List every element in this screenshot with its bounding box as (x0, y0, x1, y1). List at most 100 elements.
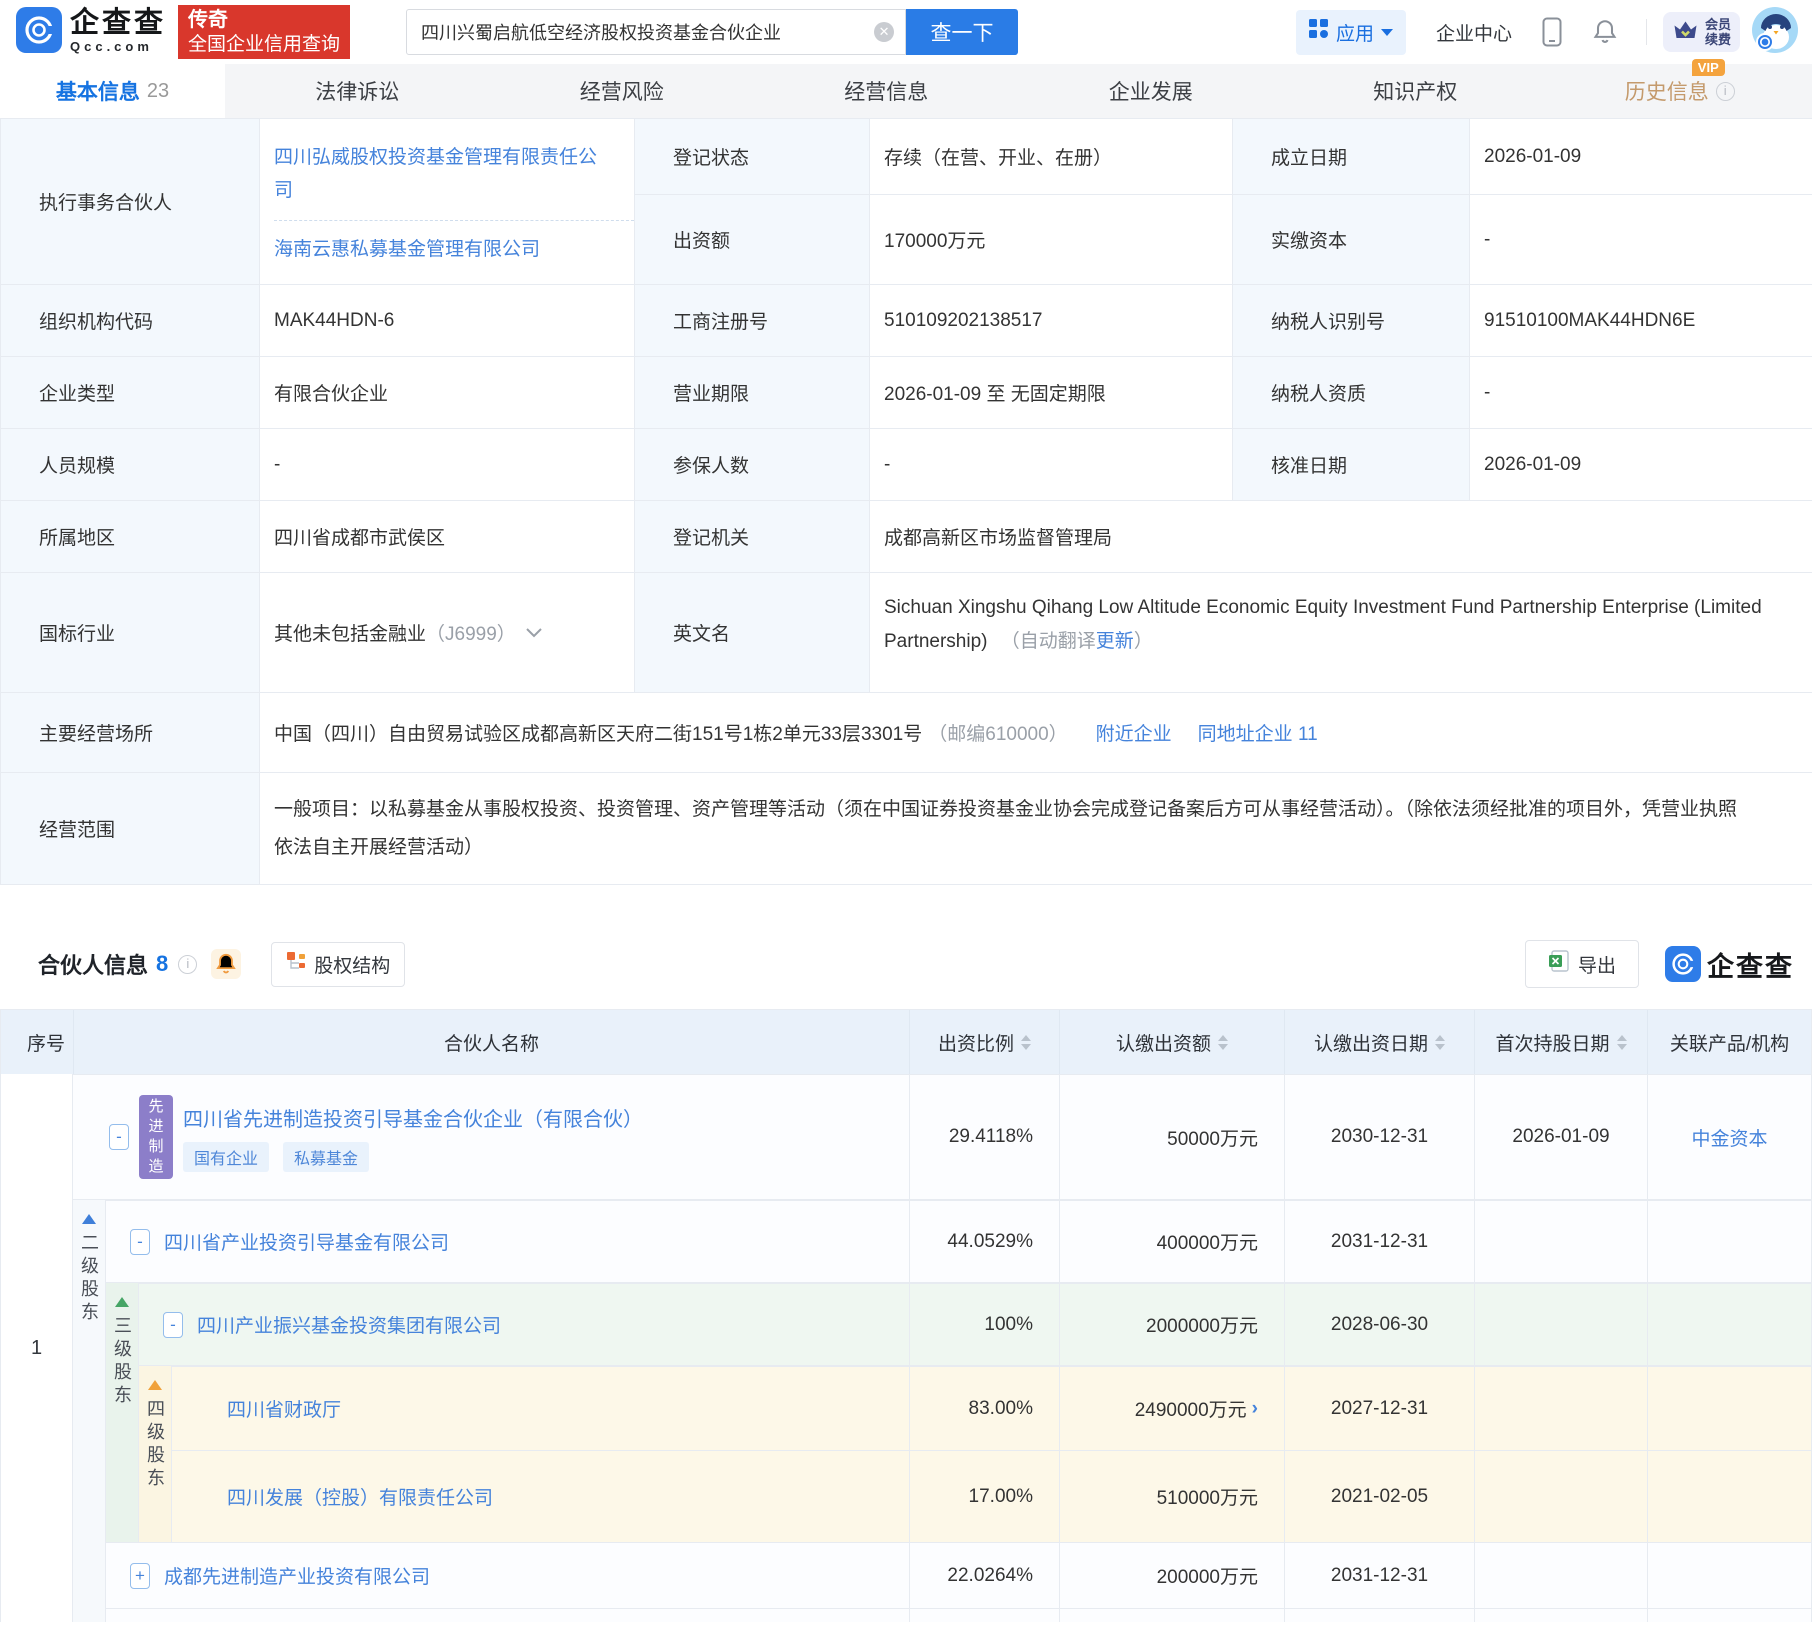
related-product-cell (1647, 1201, 1811, 1282)
partner-name-link[interactable]: 四川省先进制造投资引导基金合伙企业（有限合伙） (183, 1109, 643, 1131)
col-amount[interactable]: 认缴出资额 (1059, 1010, 1284, 1074)
enterprise-center-link[interactable]: 企业中心 (1436, 19, 1512, 46)
region-value: 四川省成都市武侯区 (260, 501, 635, 573)
info-icon[interactable]: i (178, 954, 198, 974)
level4-label: 四级股东 (145, 1399, 165, 1491)
level3-label: 三级股东 (112, 1316, 132, 1408)
update-translation-link[interactable]: 更新 (1096, 631, 1134, 652)
sort-icon[interactable] (1616, 1034, 1627, 1050)
related-product-cell (1647, 1367, 1811, 1450)
ratio-value: 44.0529% (909, 1201, 1059, 1282)
sort-icon[interactable] (1021, 1034, 1031, 1050)
address-text: 中国（四川）自由贸易试验区成都高新区天府二街151号1栋2单元33层3301号 (274, 724, 923, 745)
tab-legal[interactable]: 法律诉讼 (225, 64, 490, 118)
tab-development[interactable]: 企业发展 (1019, 64, 1284, 118)
level4-strip: 四级股东 (139, 1366, 172, 1542)
qcc-logo[interactable]: 企查查 Qcc.com (16, 6, 166, 58)
same-address-companies-link[interactable]: 同地址企业 11 (1198, 719, 1318, 746)
reg-no-label: 工商注册号 (635, 285, 870, 357)
expand-toggle[interactable]: + (130, 1562, 150, 1589)
first-holding-date-value (1474, 1367, 1647, 1450)
chevron-down-icon[interactable] (526, 622, 542, 644)
tab-risk[interactable]: 经营风险 (490, 64, 755, 118)
partner-name-link[interactable]: 四川省财政厅 (227, 1395, 341, 1422)
mobile-app-icon[interactable] (1542, 17, 1562, 47)
tab-operation[interactable]: 经营信息 (754, 64, 1019, 118)
partner-name-link[interactable]: 四川省产业投资引导基金有限公司 (164, 1228, 449, 1255)
amount-value: 2000000万元 (1059, 1284, 1284, 1365)
search-input[interactable] (406, 9, 907, 55)
collapse-toggle[interactable]: - (130, 1228, 150, 1255)
tag-state-owned[interactable]: 国有企业 (183, 1141, 270, 1172)
chevron-right-icon[interactable]: › (1252, 1398, 1258, 1420)
related-product-cell (1647, 1284, 1811, 1365)
divider (274, 219, 634, 221)
col-subscription-date[interactable]: 认缴出资日期 (1284, 1010, 1474, 1074)
level2-strip: 二级股东 (73, 1200, 106, 1622)
equity-structure-button[interactable]: 股权结构 (271, 941, 406, 987)
tab-bar: 基本信息 23 法律诉讼 经营风险 经营信息 企业发展 知识产权 VIP 历史信… (0, 59, 1812, 118)
apps-menu[interactable]: 应用 (1295, 9, 1406, 55)
partner-name-link[interactable]: 四川发展（控股）有限责任公司 (227, 1483, 493, 1510)
partner-name-link[interactable]: 成都先进制造产业投资有限公司 (164, 1562, 430, 1589)
col-related-products: 关联产品/机构 (1647, 1010, 1811, 1074)
partner-row-1: - 先进制造 四川省先进制造投资引导基金合伙企业（有限合伙） 国有企业 私募基金… (73, 1074, 1811, 1199)
ratio-value: 22.0264% (909, 1543, 1059, 1608)
notification-bell-icon[interactable] (1592, 18, 1618, 46)
org-code-label: 组织机构代码 (1, 285, 260, 357)
tab-legal-label: 法律诉讼 (315, 81, 400, 104)
user-avatar[interactable] (1752, 6, 1798, 58)
exec-partner-link-2[interactable]: 海南云惠私募基金管理有限公司 (274, 234, 540, 261)
subscription-date-value: 2027-12-31 (1284, 1367, 1474, 1450)
export-button[interactable]: 导出 (1524, 940, 1639, 988)
col-first-holding-date[interactable]: 首次持股日期 (1474, 1010, 1647, 1074)
tab-history[interactable]: VIP 历史信息 i (1548, 59, 1812, 118)
industry-code: （J6999） (426, 624, 516, 645)
industry-value: 其他未包括金融业 （J6999） (260, 573, 635, 693)
related-product-text[interactable]: 中金资本 (1691, 1124, 1767, 1151)
search-button[interactable]: 查一下 (906, 9, 1019, 55)
collapse-toggle[interactable]: - (163, 1311, 183, 1338)
partners-title: 合伙人信息 (38, 953, 149, 978)
info-icon[interactable]: i (1715, 81, 1735, 101)
first-holding-date-value: 2026-01-09 (1474, 1075, 1647, 1199)
tag-private-fund[interactable]: 私募基金 (283, 1141, 370, 1172)
paid-capital-label: 实缴资本 (1233, 195, 1470, 285)
tab-basic-info[interactable]: 基本信息 23 (0, 64, 225, 118)
nearby-companies-link[interactable]: 附近企业 (1096, 719, 1172, 746)
amount-value: 200000万元 (1059, 1543, 1284, 1608)
capital-label: 出资额 (635, 195, 870, 285)
tab-ip-label: 知识产权 (1373, 81, 1458, 104)
exec-partner-link-1[interactable]: 四川弘威股权投资基金管理有限责任公司 (274, 142, 604, 207)
industry-text: 其他未包括金融业 (274, 624, 427, 645)
ratio-value: 83.00% (909, 1367, 1059, 1450)
clear-search-icon[interactable]: ✕ (874, 22, 895, 42)
address-label: 主要经营场所 (1, 693, 260, 773)
sort-icon[interactable] (1435, 1034, 1445, 1050)
amount-value: 50000万元 (1059, 1075, 1284, 1199)
col-ratio[interactable]: 出资比例 (909, 1010, 1059, 1074)
promo-line2: 全国企业信用查询 (188, 34, 341, 55)
reg-no-value: 510109202138517 (870, 285, 1233, 357)
business-term-value: 2026-01-09 至 无固定期限 (870, 357, 1233, 429)
partner-row-3: - 四川产业振兴基金投资集团有限公司 100% 2000000万元 2028-0… (139, 1283, 1811, 1365)
equity-structure-label: 股权结构 (314, 955, 391, 977)
partner-row-4: 四川省财政厅 83.00% 2490000万元 › 2027-12-31 (172, 1366, 1811, 1450)
business-scope-value: 一般项目：以私募基金从事股权投资、投资管理、资产管理等活动（须在中国证券投资基金… (260, 773, 1812, 885)
sort-icon[interactable] (1218, 1034, 1228, 1050)
tab-ip[interactable]: 知识产权 (1283, 64, 1548, 118)
apps-label: 应用 (1335, 23, 1374, 45)
auto-translate-note-end: ） (1133, 631, 1153, 653)
est-date-label: 成立日期 (1233, 119, 1470, 195)
approval-date-label: 核准日期 (1233, 429, 1470, 501)
ratio-value: 29.4118% (909, 1075, 1059, 1199)
first-holding-date-value (1474, 1284, 1647, 1365)
related-product-link: 中金资本 (1647, 1075, 1811, 1199)
collapse-toggle[interactable]: - (109, 1124, 129, 1150)
excel-icon (1548, 950, 1570, 978)
level2-triangle-icon (82, 1214, 96, 1224)
vip-renew-button[interactable]: 会员 续费 (1662, 12, 1740, 52)
tab-development-label: 企业发展 (1108, 81, 1193, 104)
monitor-bell-icon[interactable] (211, 949, 242, 979)
partner-name-link[interactable]: 四川产业振兴基金投资集团有限公司 (197, 1311, 501, 1338)
